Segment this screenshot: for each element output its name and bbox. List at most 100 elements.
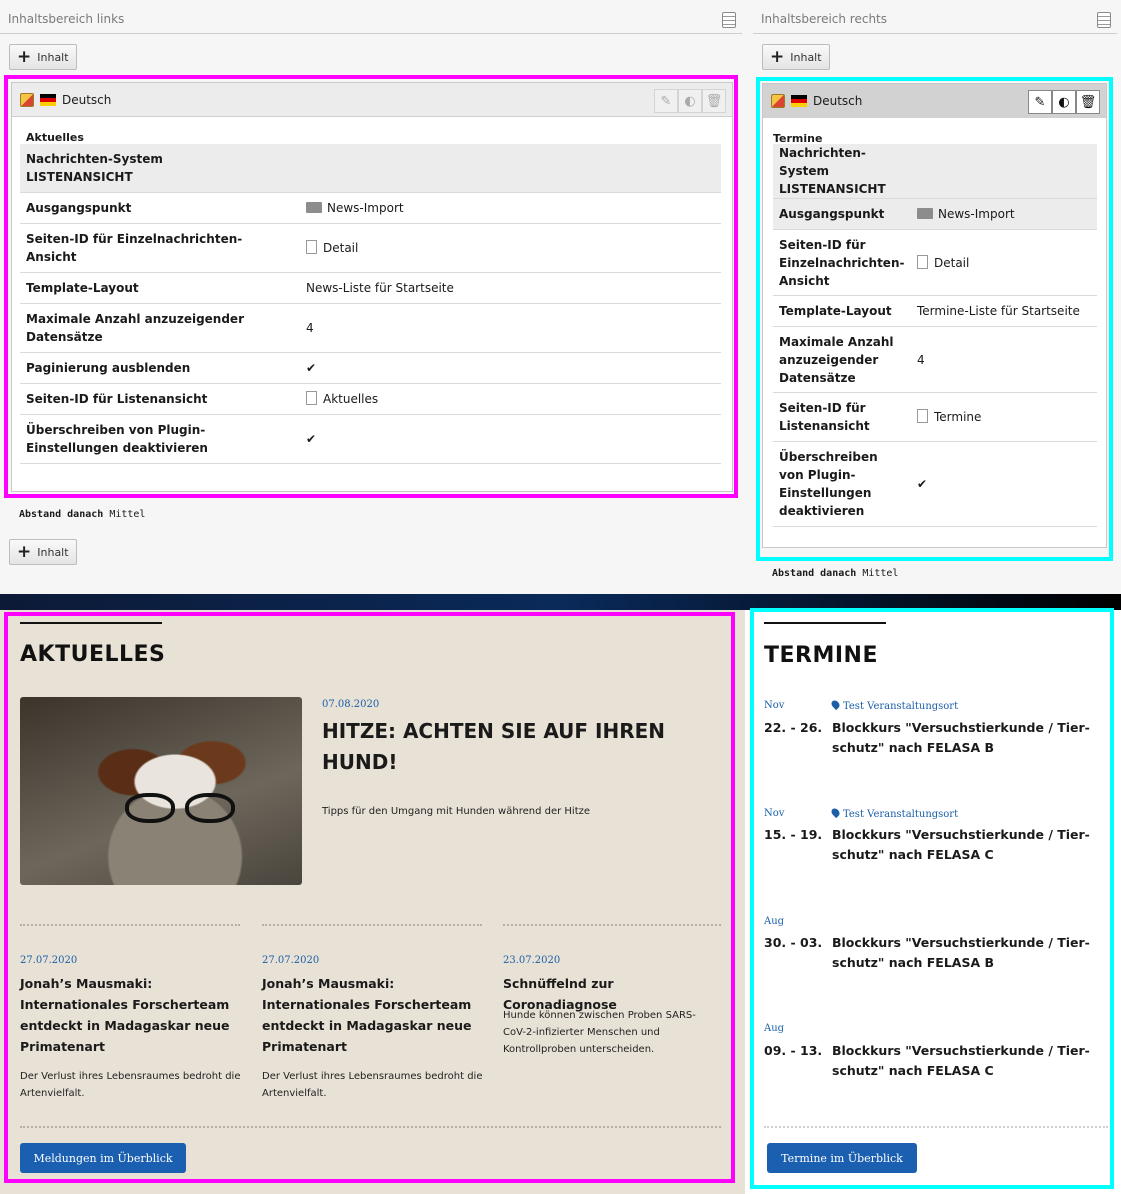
settings-row: Nachrichten-System LISTENANSICHT xyxy=(20,144,721,193)
settings-key: Seiten-ID für Listenansicht xyxy=(20,383,300,415)
add-content-button-bottom-left[interactable]: + Inhalt xyxy=(9,539,77,565)
edit-column-icon[interactable] xyxy=(1097,12,1111,28)
event-title[interactable]: Blockkurs "Versuchstierkunde / Tier-schu… xyxy=(832,1041,1092,1081)
event-title[interactable]: Blockkurs "Versuchstierkunde / Tier-schu… xyxy=(832,718,1092,758)
event-dates: 09. - 13. xyxy=(764,1043,823,1058)
settings-value: ✔ xyxy=(911,441,1097,527)
news-separator xyxy=(20,924,240,926)
events-bottom-separator xyxy=(764,1126,1108,1128)
news-item-date: 27.07.2020 xyxy=(262,955,320,966)
column-header-left: Inhaltsbereich links xyxy=(0,8,742,34)
news-separator xyxy=(262,924,482,926)
news-title: AKTUELLES xyxy=(20,642,166,667)
edit-pencil-icon[interactable]: ✎ xyxy=(654,89,678,113)
settings-key: Template-Layout xyxy=(773,295,911,327)
spacing-value: Mittel xyxy=(109,509,146,520)
news-lead-date: 07.08.2020 xyxy=(322,699,380,710)
settings-value: 4 xyxy=(911,326,1097,393)
settings-row: Überschreiben von Plugin- Einstellungen … xyxy=(773,441,1097,527)
settings-value-text: Aktuelles xyxy=(323,391,379,406)
news-separator xyxy=(503,924,721,926)
event-location-text: Test Veranstaltungsort xyxy=(843,809,959,820)
event-location[interactable]: Test Veranstaltungsort xyxy=(829,806,959,820)
settings-value-text: Termine xyxy=(934,410,982,424)
content-type-label: Termine xyxy=(773,132,823,145)
location-pin-icon xyxy=(829,806,842,819)
settings-value-text: ✔ xyxy=(306,360,317,375)
lens-right xyxy=(185,793,235,823)
plugin-settings-table-right: Nachrichten-System LISTENANSICHT Ausgangs… xyxy=(773,144,1097,527)
settings-key: Nachrichten-System LISTENANSICHT xyxy=(773,144,911,199)
settings-key: Paginierung ausblenden xyxy=(20,352,300,384)
news-lead-title[interactable]: HITZE: ACHTEN SIE AUF IHREN HUND! xyxy=(322,716,702,778)
settings-key: Seiten-ID für Listenansicht xyxy=(773,392,911,442)
settings-value: Detail xyxy=(911,229,1097,296)
settings-value-text: News-Import xyxy=(938,207,1015,221)
folder-icon xyxy=(306,201,322,213)
news-item-date: 27.07.2020 xyxy=(20,955,78,966)
settings-row: Seiten-ID für Einzelnachrichten- Ansicht… xyxy=(20,223,721,273)
settings-key: Überschreiben von Plugin- Einstellungen … xyxy=(773,441,911,527)
edit-pencil-icon[interactable]: ✎ xyxy=(1028,90,1052,114)
news-item-title[interactable]: Jonah’s Mausmaki: Internationales Forsch… xyxy=(20,973,245,1057)
toggle-visibility-icon[interactable]: ◐ xyxy=(1052,90,1076,114)
plus-icon: + xyxy=(17,541,32,562)
event-location[interactable]: Test Veranstaltungsort xyxy=(829,698,959,712)
title-accent-line xyxy=(20,622,162,624)
spacing-key: Abstand danach xyxy=(772,568,857,579)
content-type-icon xyxy=(771,93,785,108)
settings-key: Seiten-ID für Einzelnachrichten- Ansicht xyxy=(20,223,300,273)
page-icon xyxy=(917,254,928,269)
add-content-label: Inhalt xyxy=(790,50,822,64)
settings-value-text: Detail xyxy=(323,240,359,255)
add-content-button-top-right[interactable]: + Inhalt xyxy=(762,44,830,70)
column-header-right: Inhaltsbereich rechts xyxy=(753,8,1117,34)
news-bottom-separator xyxy=(20,1126,721,1128)
toggle-visibility-icon[interactable]: ◐ xyxy=(678,89,702,113)
settings-key: Maximale Anzahl anzuzeigender Datensätze xyxy=(20,303,300,353)
news-item-teaser: Hunde können zwischen Proben SARS-CoV-2-… xyxy=(503,1010,696,1055)
add-content-label: Inhalt xyxy=(37,545,69,559)
event-month: Nov xyxy=(764,808,785,819)
news-item-title[interactable]: Jonah’s Mausmaki: Internationales Forsch… xyxy=(262,973,487,1057)
spacing-key: Abstand danach xyxy=(19,509,104,520)
settings-value xyxy=(300,144,721,193)
settings-value-text: News-Import xyxy=(327,200,404,215)
settings-row: Ausgangspunkt News-Import xyxy=(773,198,1097,230)
news-lead-image[interactable] xyxy=(20,697,302,885)
settings-value: ✔ xyxy=(300,352,721,384)
delete-trash-icon[interactable]: 🗑 xyxy=(1076,90,1100,114)
page-icon xyxy=(306,390,317,405)
glasses-graphic xyxy=(125,793,235,823)
folder-icon xyxy=(917,208,933,219)
title-accent-line xyxy=(764,622,886,624)
news-item-teaser: Der Verlust ihres Lebensraumes bedroht d… xyxy=(20,1071,241,1099)
settings-value: Termine xyxy=(911,392,1097,442)
edit-column-icon[interactable] xyxy=(722,12,736,28)
settings-value-text: Detail xyxy=(934,255,970,270)
settings-row: Nachrichten-System LISTENANSICHT xyxy=(773,144,1097,199)
event-month: Nov xyxy=(764,700,785,711)
event-title[interactable]: Blockkurs "Versuchstierkunde / Tier-schu… xyxy=(832,825,1092,865)
settings-value: 4 xyxy=(300,303,721,353)
plus-icon: + xyxy=(17,46,32,67)
content-element-header: Deutsch ✎ ◐ 🗑 xyxy=(12,83,732,117)
settings-row: Maximale Anzahl anzuzeigender Datensätze… xyxy=(20,303,721,353)
german-flag-icon xyxy=(791,94,807,107)
event-title[interactable]: Blockkurs "Versuchstierkunde / Tier-schu… xyxy=(832,933,1092,973)
events-overview-button[interactable]: Termine im Überblick xyxy=(767,1143,917,1173)
content-type-icon xyxy=(20,92,34,107)
event-location-text: Test Veranstaltungsort xyxy=(843,701,959,712)
add-content-button-top-left[interactable]: + Inhalt xyxy=(9,44,77,70)
settings-value-text: Termine-Liste für Startseite xyxy=(917,304,1080,318)
backend-page-module: Inhaltsbereich links + Inhalt Deutsch ✎ … xyxy=(0,0,1121,594)
delete-trash-icon[interactable]: 🗑 xyxy=(702,89,726,113)
news-overview-button[interactable]: Meldungen im Überblick xyxy=(20,1143,186,1173)
plus-icon: + xyxy=(770,46,785,67)
lens-left xyxy=(125,793,175,823)
settings-value: News-Liste für Startseite xyxy=(300,272,721,304)
plugin-settings-table-left: Nachrichten-System LISTENANSICHT Ausgangs… xyxy=(20,144,721,464)
element-actions: ✎ ◐ 🗑 xyxy=(1028,90,1100,114)
highlight-frame-events xyxy=(750,608,1114,1189)
settings-row: Seiten-ID für Einzelnachrichten- Ansicht… xyxy=(773,229,1097,296)
